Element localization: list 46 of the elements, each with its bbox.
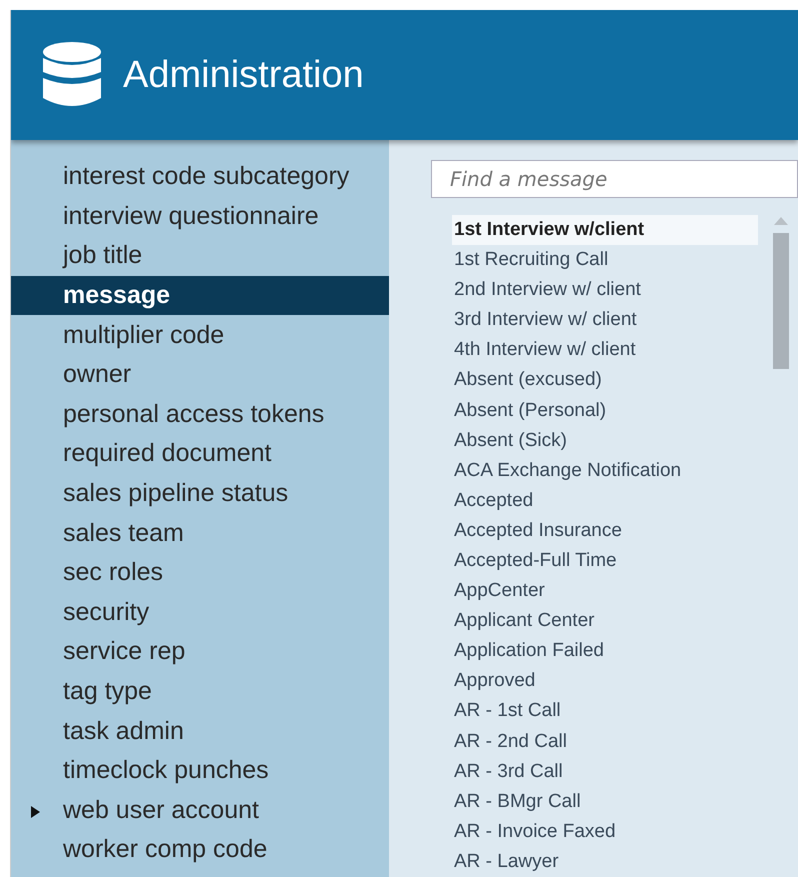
- list-entry[interactable]: Absent (excused): [452, 365, 758, 396]
- list-entry[interactable]: 3rd Interview w/ client: [452, 305, 758, 336]
- list-entry[interactable]: Applicant Center: [452, 606, 758, 636]
- list-entry[interactable]: AR - 1st Call: [452, 696, 758, 727]
- list-entry[interactable]: 1st Recruiting Call: [452, 245, 758, 276]
- list-entry[interactable]: AR - 3rd Call: [452, 756, 758, 787]
- sidebar-item[interactable]: message: [11, 276, 389, 316]
- sidebar-item[interactable]: sec roles: [11, 552, 389, 593]
- list-entry[interactable]: AR - 2nd Call: [452, 726, 758, 757]
- list-entry[interactable]: ACA Exchange Notification: [452, 456, 758, 486]
- sidebar-item[interactable]: web user account: [11, 790, 389, 830]
- sidebar-item[interactable]: task admin: [11, 711, 389, 751]
- sidebar-item[interactable]: job title: [11, 236, 389, 276]
- sidebar-item[interactable]: tag type: [11, 672, 389, 712]
- sidebar-item[interactable]: required document: [11, 434, 389, 474]
- search-field[interactable]: Find a message: [431, 160, 798, 198]
- sidebar-item[interactable]: interest code subcategory: [11, 157, 389, 197]
- expand-arrow-icon[interactable]: [31, 806, 40, 818]
- list-entry[interactable]: Accepted-Full Time: [452, 546, 758, 576]
- sidebar-item[interactable]: interview questionnaire: [11, 196, 389, 236]
- sidebar-item[interactable]: multiplier code: [11, 315, 389, 355]
- sidebar-item[interactable]: timeclock punches: [11, 750, 389, 790]
- list-entry[interactable]: Absent (Sick): [452, 426, 758, 456]
- page-title: Administration: [123, 54, 364, 96]
- sidebar-item[interactable]: personal access tokens: [11, 394, 389, 434]
- list-entry[interactable]: AR - BMgr Call: [452, 786, 758, 817]
- database-icon: [43, 42, 101, 108]
- sidebar-item[interactable]: owner: [11, 354, 389, 395]
- list-entry[interactable]: Accepted: [452, 486, 758, 516]
- list-entry[interactable]: Approved: [452, 666, 758, 696]
- sidebar-item[interactable]: sales team: [11, 513, 389, 553]
- list-entry[interactable]: Absent (Personal): [452, 396, 758, 426]
- list-entry[interactable]: 4th Interview w/ client: [452, 335, 758, 366]
- scroll-thumb[interactable]: [773, 232, 789, 369]
- list-entry[interactable]: Accepted Insurance: [452, 516, 758, 546]
- sidebar-item[interactable]: sales pipeline status: [11, 474, 389, 514]
- list-entry[interactable]: Application Failed: [452, 636, 758, 666]
- list-entry[interactable]: AR - Invoice Faxed: [452, 816, 758, 847]
- list-entry[interactable]: 2nd Interview w/ client: [452, 275, 758, 306]
- sidebar-item[interactable]: service rep: [11, 632, 389, 672]
- sidebar-item[interactable]: security: [11, 592, 389, 632]
- list-entry[interactable]: AppCenter: [452, 576, 758, 606]
- scroll-up-icon[interactable]: [774, 216, 788, 225]
- sidebar-item[interactable]: worker comp code: [11, 830, 389, 870]
- list-entry[interactable]: 1st Interview w/client: [452, 214, 758, 246]
- list-entry[interactable]: AR - Lawyer: [452, 846, 758, 877]
